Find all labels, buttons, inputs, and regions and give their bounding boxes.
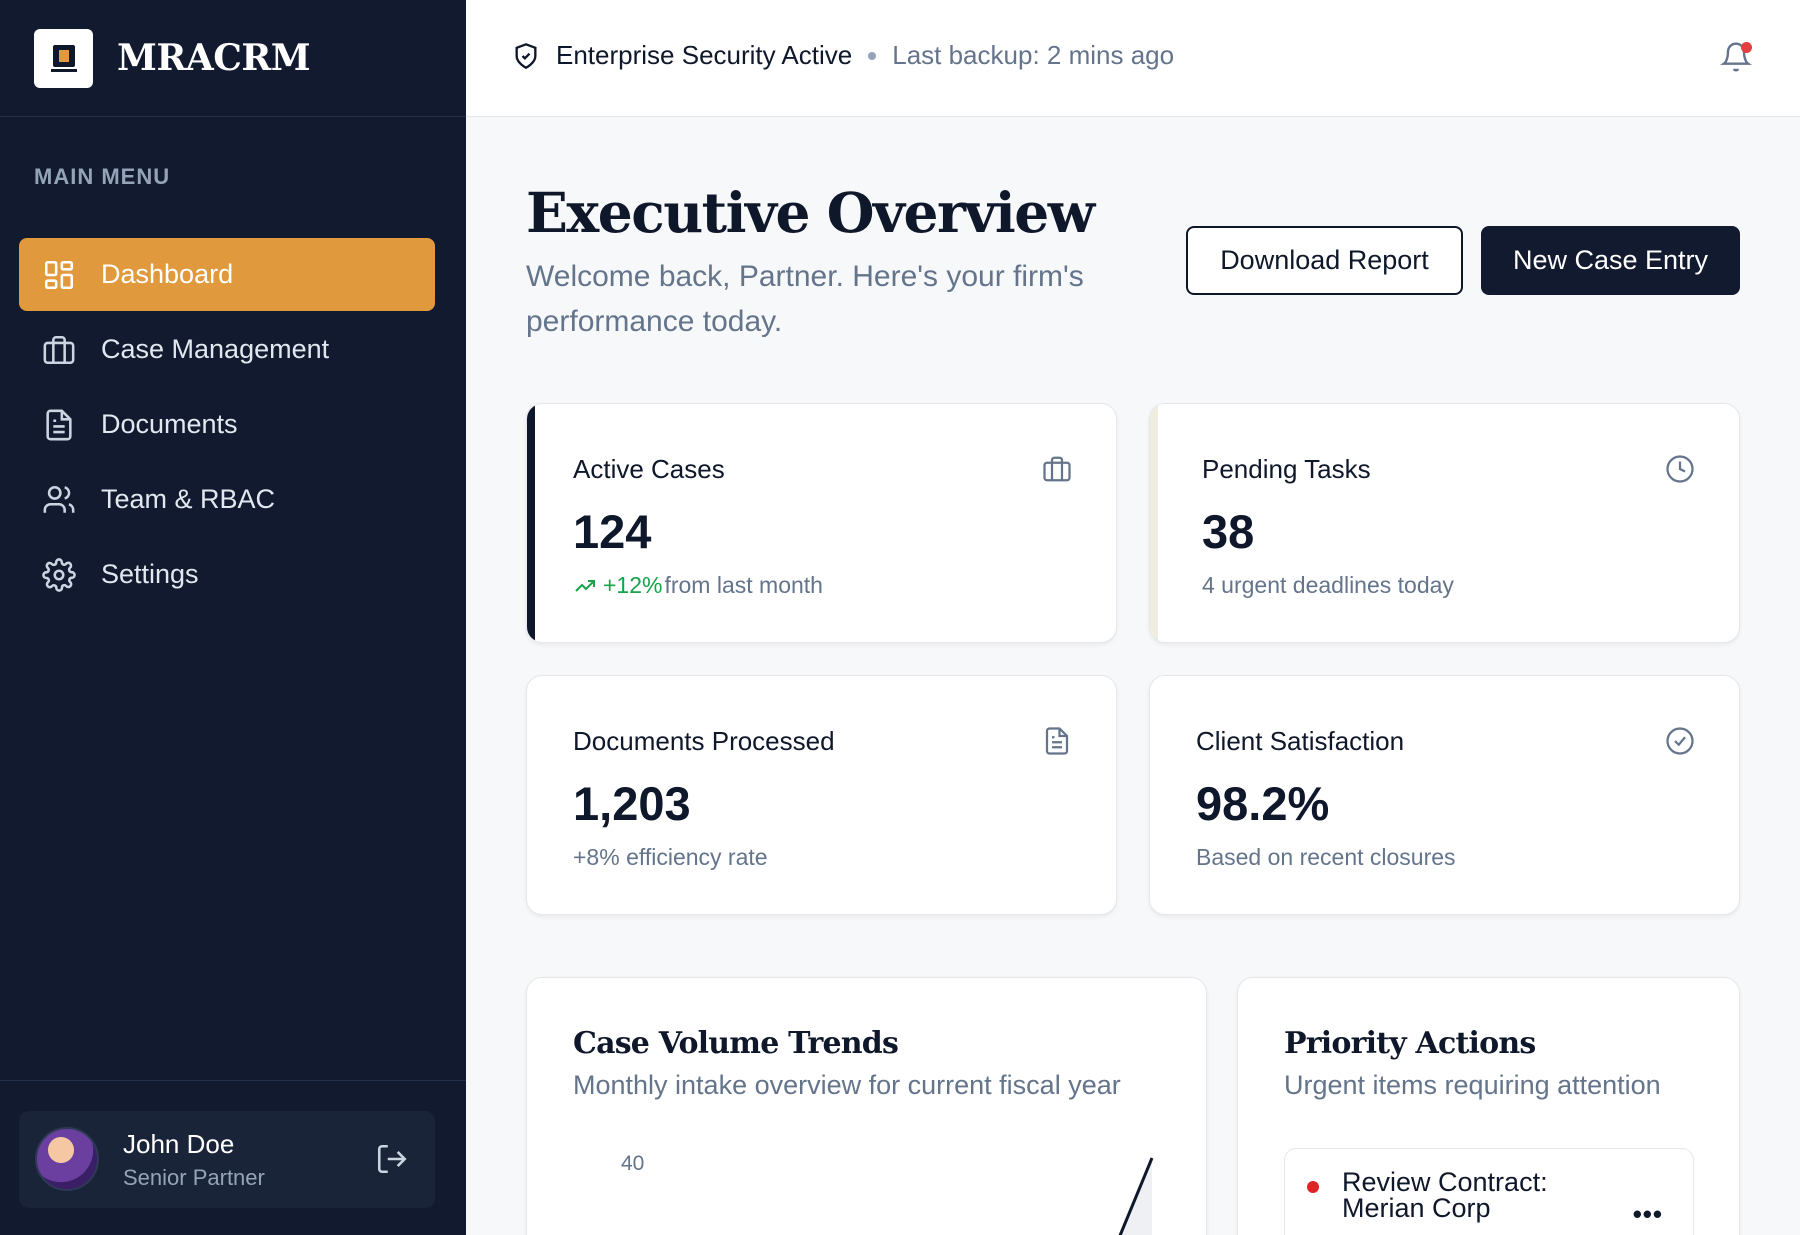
stat-card-documents-processed: Documents Processed 1,203 +8% efficiency… — [526, 675, 1117, 915]
stat-value: 38 — [1202, 505, 1255, 558]
trend-up: +12% — [573, 572, 662, 599]
stat-value: 1,203 — [573, 777, 691, 830]
download-report-button[interactable]: Download Report — [1186, 226, 1463, 295]
notifications-button[interactable] — [1720, 40, 1752, 74]
security-status: Enterprise Security Active Last backup: … — [512, 40, 1174, 71]
page-title: Executive Overview — [526, 180, 1095, 245]
avatar — [35, 1127, 99, 1191]
page-subtitle: Welcome back, Partner. Here's your firm'… — [526, 260, 1084, 338]
panel-subtitle: Monthly intake overview for current fisc… — [573, 1070, 1121, 1100]
panel-title: Case Volume Trends — [573, 1026, 899, 1061]
trend-chart — [1118, 1157, 1154, 1235]
stat-label: Client Satisfaction — [1196, 726, 1405, 756]
document-icon — [1042, 726, 1072, 756]
stat-value: 98.2% — [1196, 777, 1330, 830]
briefcase-icon — [41, 332, 77, 368]
trend-up-icon — [575, 579, 595, 592]
brand: MRACRM — [0, 0, 466, 117]
stat-label: Pending Tasks — [1202, 454, 1371, 484]
document-icon — [41, 407, 77, 443]
app-logo[interactable] — [34, 28, 93, 88]
user-role: Senior Partner — [123, 1165, 265, 1190]
sidebar-item-label: Settings — [101, 559, 199, 589]
case-volume-trends-panel: Case Volume Trends Monthly intake overvi… — [526, 977, 1207, 1235]
more-options-icon[interactable]: ••• — [1633, 1199, 1663, 1230]
priority-item-label: Review Contract: Merian Corp — [1342, 1167, 1548, 1223]
sidebar-item-label: Dashboard — [101, 259, 234, 289]
sidebar-item-case-management[interactable]: Case Management — [19, 313, 435, 386]
logo-mark-icon — [50, 45, 77, 72]
stat-label: Active Cases — [573, 454, 725, 484]
panel-title: Priority Actions — [1284, 1026, 1536, 1061]
user-profile-card[interactable]: John Doe Senior Partner — [19, 1111, 435, 1208]
sidebar-item-team-rbac[interactable]: Team & RBAC — [19, 463, 435, 536]
app-name: MRACRM — [117, 37, 311, 79]
main-nav: Dashboard Case Management Documents Team… — [19, 238, 435, 613]
backup-status-text: Last backup: 2 mins ago — [892, 40, 1175, 70]
gear-icon — [41, 557, 77, 593]
stat-subtext: +8% efficiency rate — [573, 844, 768, 870]
separator-dot — [868, 51, 877, 60]
briefcase-icon — [1042, 454, 1072, 484]
security-status-text: Enterprise Security Active — [556, 40, 853, 70]
topbar: Enterprise Security Active Last backup: … — [466, 0, 1800, 117]
stat-subtext: Based on recent closures — [1196, 844, 1456, 870]
logout-icon[interactable] — [375, 1142, 409, 1176]
sidebar: MRACRM MAIN MENU Dashboard Case Manageme… — [0, 0, 466, 1235]
check-circle-icon — [1665, 726, 1695, 756]
stat-subtext: 4 urgent deadlines today — [1202, 572, 1454, 598]
priority-item[interactable]: Review Contract: Merian Corp ••• — [1284, 1148, 1694, 1235]
stat-value: 124 — [573, 505, 652, 558]
trend-caption: from last month — [664, 572, 823, 598]
card-accent-bar — [1150, 404, 1158, 642]
clock-icon — [1665, 454, 1695, 484]
bell-icon — [1720, 42, 1752, 78]
sidebar-item-documents[interactable]: Documents — [19, 388, 435, 461]
stat-subtext: +12% from last month — [573, 572, 823, 599]
sidebar-item-label: Team & RBAC — [101, 484, 276, 514]
stat-card-client-satisfaction: Client Satisfaction 98.2% Based on recen… — [1149, 675, 1740, 915]
trend-area — [1120, 1158, 1152, 1235]
sidebar-item-label: Documents — [101, 409, 238, 439]
priority-status-dot — [1307, 1181, 1319, 1193]
shield-check-icon — [512, 42, 540, 70]
user-name: John Doe — [123, 1129, 235, 1159]
sidebar-item-label: Case Management — [101, 334, 330, 364]
sidebar-item-dashboard[interactable]: Dashboard — [19, 238, 435, 311]
users-icon — [41, 482, 77, 518]
panel-subtitle: Urgent items requiring attention — [1284, 1070, 1661, 1100]
stat-card-active-cases: Active Cases 124 +12% from last month — [526, 403, 1117, 643]
y-axis-tick: 40 — [621, 1152, 645, 1175]
priority-actions-panel: Priority Actions Urgent items requiring … — [1237, 977, 1740, 1235]
new-case-entry-button[interactable]: New Case Entry — [1481, 226, 1740, 295]
sidebar-footer: John Doe Senior Partner — [0, 1080, 466, 1235]
notification-badge — [1741, 42, 1752, 53]
trend-value: +12% — [603, 572, 663, 598]
card-accent-bar — [527, 404, 535, 642]
sidebar-item-settings[interactable]: Settings — [19, 538, 435, 611]
menu-heading: MAIN MENU — [34, 164, 171, 189]
stat-card-pending-tasks: Pending Tasks 38 4 urgent deadlines toda… — [1149, 403, 1740, 643]
dashboard-icon — [41, 257, 77, 293]
stat-label: Documents Processed — [573, 726, 835, 756]
